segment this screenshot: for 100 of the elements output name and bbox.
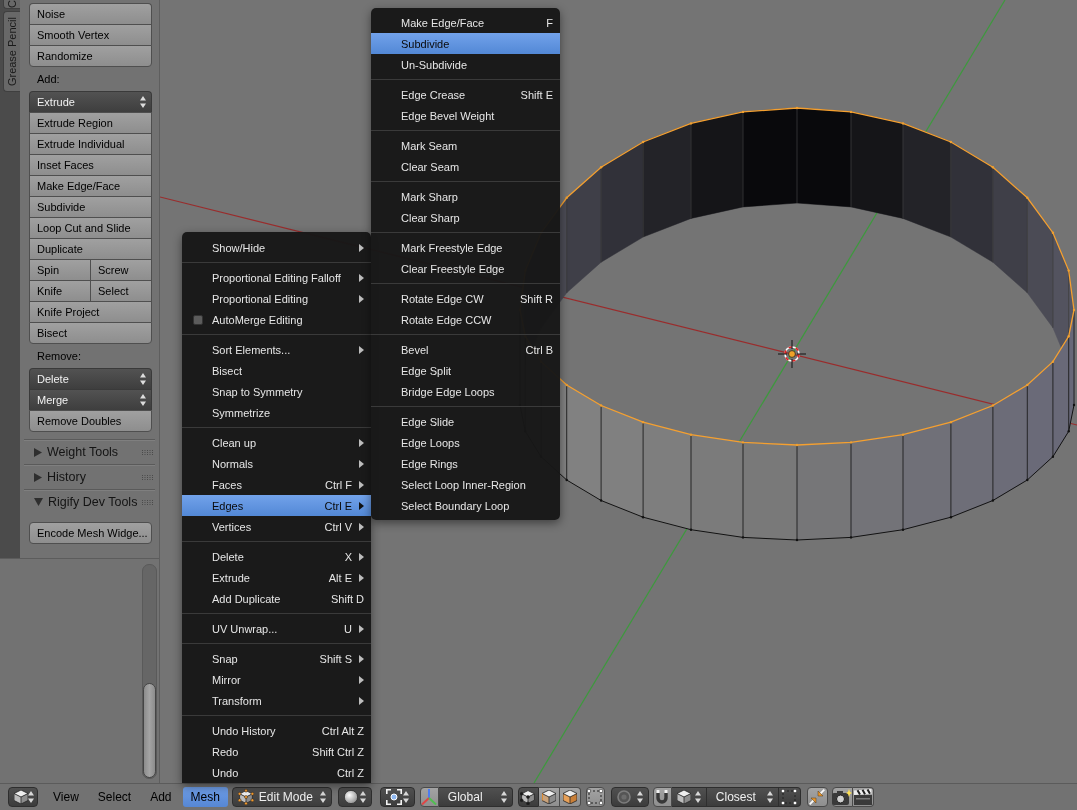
tool-button[interactable]: Knife (29, 280, 90, 301)
menu-item[interactable]: Edge Slide (371, 411, 560, 432)
menu-item[interactable]: Mirror (182, 669, 371, 690)
menu-item[interactable]: Add Duplicate Shift D (182, 588, 371, 609)
shortcut-label: Shift S (319, 652, 352, 665)
menu-item[interactable]: Redo Shift Ctrl Z (182, 741, 371, 762)
up-down-arrows-icon (402, 791, 409, 803)
tool-button[interactable]: Extrude Individual (29, 133, 152, 154)
menu-item[interactable]: Mark Seam (371, 135, 560, 156)
menu-item[interactable]: Clear Sharp (371, 207, 560, 228)
tool-button[interactable]: Duplicate (29, 238, 152, 259)
menu-item[interactable]: Rotate Edge CCW (371, 309, 560, 330)
menu-item[interactable]: Clean up (182, 432, 371, 453)
tool-button[interactable]: Smooth Vertex (29, 24, 152, 45)
menu-item[interactable]: Bevel Ctrl B (371, 339, 560, 360)
panel-header[interactable]: Rigify Dev Tools (24, 489, 155, 514)
orientation-dropdown[interactable]: Global (438, 787, 513, 807)
menu-item[interactable]: Undo History Ctrl Alt Z (182, 720, 371, 741)
menu-item[interactable]: Clear Seam (371, 156, 560, 177)
render-animation-button[interactable] (852, 787, 874, 807)
menu-item[interactable]: Transform (182, 690, 371, 711)
menu-item[interactable]: Edge Split (371, 360, 560, 381)
menu-item[interactable]: UV Unwrap... U (182, 618, 371, 639)
menu-item[interactable]: Rotate Edge CW Shift R (371, 288, 560, 309)
dropdown-button[interactable]: Merge (29, 389, 152, 410)
menu-item[interactable]: Bridge Edge Loops (371, 381, 560, 402)
menu-item[interactable]: Faces Ctrl F (182, 474, 371, 495)
limit-selection-button[interactable] (585, 787, 605, 807)
menu-item[interactable]: Normals (182, 453, 371, 474)
shading-dropdown[interactable] (337, 787, 372, 807)
menu-item[interactable]: Edge Loops (371, 432, 560, 453)
select-mode-button[interactable] (559, 787, 581, 807)
snap-element-dropdown[interactable] (671, 787, 707, 807)
menu-item[interactable]: Snap to Symmetry (182, 381, 371, 402)
up-down-arrows-icon (140, 96, 146, 108)
checkbox[interactable] (193, 314, 203, 325)
menu-item[interactable]: Proportional Editing Falloff (182, 267, 371, 288)
tool-button[interactable]: Encode Mesh Widge... (29, 522, 152, 544)
menu-item[interactable]: Subdivide (371, 33, 560, 54)
arrows-button[interactable] (806, 787, 828, 807)
menu-item[interactable]: Clear Freestyle Edge (371, 258, 560, 279)
tool-button[interactable]: Make Edge/Face (29, 175, 152, 196)
menu-item[interactable]: Select Loop Inner-Region (371, 474, 560, 495)
select-mode-button[interactable] (538, 787, 560, 807)
menu-item[interactable]: Sort Elements... (182, 339, 371, 360)
tool-button[interactable]: Spin (29, 259, 90, 280)
tool-button[interactable]: Screw (90, 259, 152, 280)
select-mode-button[interactable] (517, 787, 539, 807)
menu-item[interactable]: Delete X (182, 546, 371, 567)
manipulator-button[interactable] (419, 787, 439, 807)
menu-item[interactable]: Edge Rings (371, 453, 560, 474)
tool-button[interactable]: Randomize (29, 45, 152, 67)
menu-item[interactable]: Edges Ctrl E (182, 495, 371, 516)
menu-item[interactable]: Bisect (182, 360, 371, 381)
tool-button[interactable]: Subdivide (29, 196, 152, 217)
menu-item[interactable]: Proportional Editing (182, 288, 371, 309)
dropdown-button[interactable]: Delete (29, 368, 152, 389)
pivot-dropdown[interactable] (379, 787, 415, 807)
snap-align-button[interactable] (778, 787, 801, 807)
magnet-icon (656, 790, 669, 804)
header-menu[interactable]: Select (89, 787, 140, 807)
snap-toggle[interactable] (652, 787, 672, 807)
header-menu[interactable]: Add (142, 787, 180, 807)
menu-item[interactable]: Mark Sharp (371, 186, 560, 207)
header-menu[interactable]: View (45, 787, 87, 807)
header-menu[interactable]: Mesh (182, 787, 228, 807)
tool-button[interactable]: Knife Project (29, 301, 152, 322)
menu-item[interactable]: Vertices Ctrl V (182, 516, 371, 537)
menu-item[interactable]: Edge Bevel Weight (371, 105, 560, 126)
menu-item[interactable]: Edge Crease Shift E (371, 84, 560, 105)
menu-item[interactable]: Make Edge/Face F (371, 12, 560, 33)
panel-header[interactable]: Weight Tools (24, 439, 155, 464)
mode-dropdown[interactable]: Edit Mode (231, 787, 332, 807)
shortcut-label: Shift R (520, 292, 553, 305)
menu-item[interactable]: Symmetrize (182, 402, 371, 423)
menu-item[interactable]: Undo Ctrl Z (182, 762, 371, 783)
tool-button[interactable]: Loop Cut and Slide (29, 217, 152, 238)
section-label: Remove: (36, 349, 83, 364)
snap-target-dropdown[interactable]: Closest (706, 787, 779, 807)
tool-button[interactable]: Extrude Region (29, 112, 152, 133)
tool-button[interactable]: Noise (29, 3, 152, 24)
menu-item[interactable]: Mark Freestyle Edge (371, 237, 560, 258)
scrollbar-thumb[interactable] (143, 683, 156, 778)
tool-button[interactable]: Bisect (29, 322, 152, 344)
tool-button[interactable]: Inset Faces (29, 154, 152, 175)
editor-type-button[interactable] (8, 787, 38, 807)
tool-button[interactable]: Select (90, 280, 152, 301)
dropdown-button[interactable]: Extrude (29, 91, 152, 112)
panel-header[interactable]: History (24, 464, 155, 489)
up-down-arrows-icon (140, 373, 146, 385)
proportional-dropdown[interactable] (610, 787, 649, 807)
tool-button[interactable]: Remove Doubles (29, 410, 152, 432)
menu-item[interactable]: AutoMerge Editing (182, 309, 371, 330)
menu-item[interactable]: Show/Hide (182, 237, 371, 258)
render-button[interactable] (831, 787, 853, 807)
origin-dot-icon (788, 350, 796, 358)
menu-item[interactable]: Un-Subdivide (371, 54, 560, 75)
menu-item[interactable]: Snap Shift S (182, 648, 371, 669)
menu-item[interactable]: Extrude Alt E (182, 567, 371, 588)
menu-item[interactable]: Select Boundary Loop (371, 495, 560, 516)
